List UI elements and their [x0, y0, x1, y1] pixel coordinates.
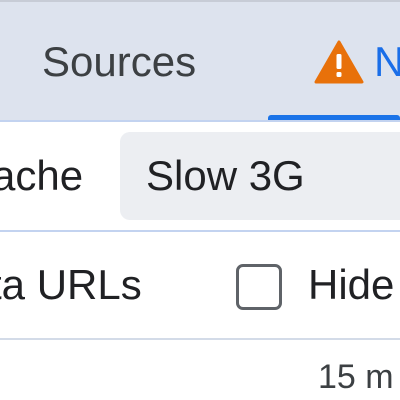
disable-cache-label[interactable]: ache	[0, 122, 83, 230]
hide-extension-urls-checkbox[interactable]	[236, 264, 282, 310]
hide-data-urls-label[interactable]: ta URLs	[0, 232, 142, 338]
warning-triangle-icon	[314, 40, 364, 84]
network-toolbar-row: ache Slow 3G	[0, 122, 400, 230]
devtools-panel: Sources N ache Slow 3G ta URLs Hide 15 m	[0, 0, 400, 400]
hide-extension-urls-text: Hide	[308, 261, 395, 308]
throttling-select[interactable]: Slow 3G	[120, 132, 400, 220]
network-overview-timeline[interactable]: 15 m	[0, 340, 400, 400]
throttling-value: Slow 3G	[146, 152, 305, 199]
hide-data-urls-text: ta URLs	[0, 261, 142, 308]
timeline-tick-label: 15 m	[318, 358, 394, 396]
tab-network-label: N	[374, 38, 400, 85]
tab-network[interactable]: N	[314, 2, 400, 122]
disable-cache-text: ache	[0, 152, 84, 199]
tab-sources-label: Sources	[42, 38, 197, 85]
hide-extension-urls-label[interactable]: Hide	[308, 232, 394, 338]
devtools-tab-strip: Sources N	[0, 0, 400, 122]
filter-toolbar-row: ta URLs Hide	[0, 232, 400, 338]
tab-sources[interactable]: Sources	[42, 2, 196, 122]
